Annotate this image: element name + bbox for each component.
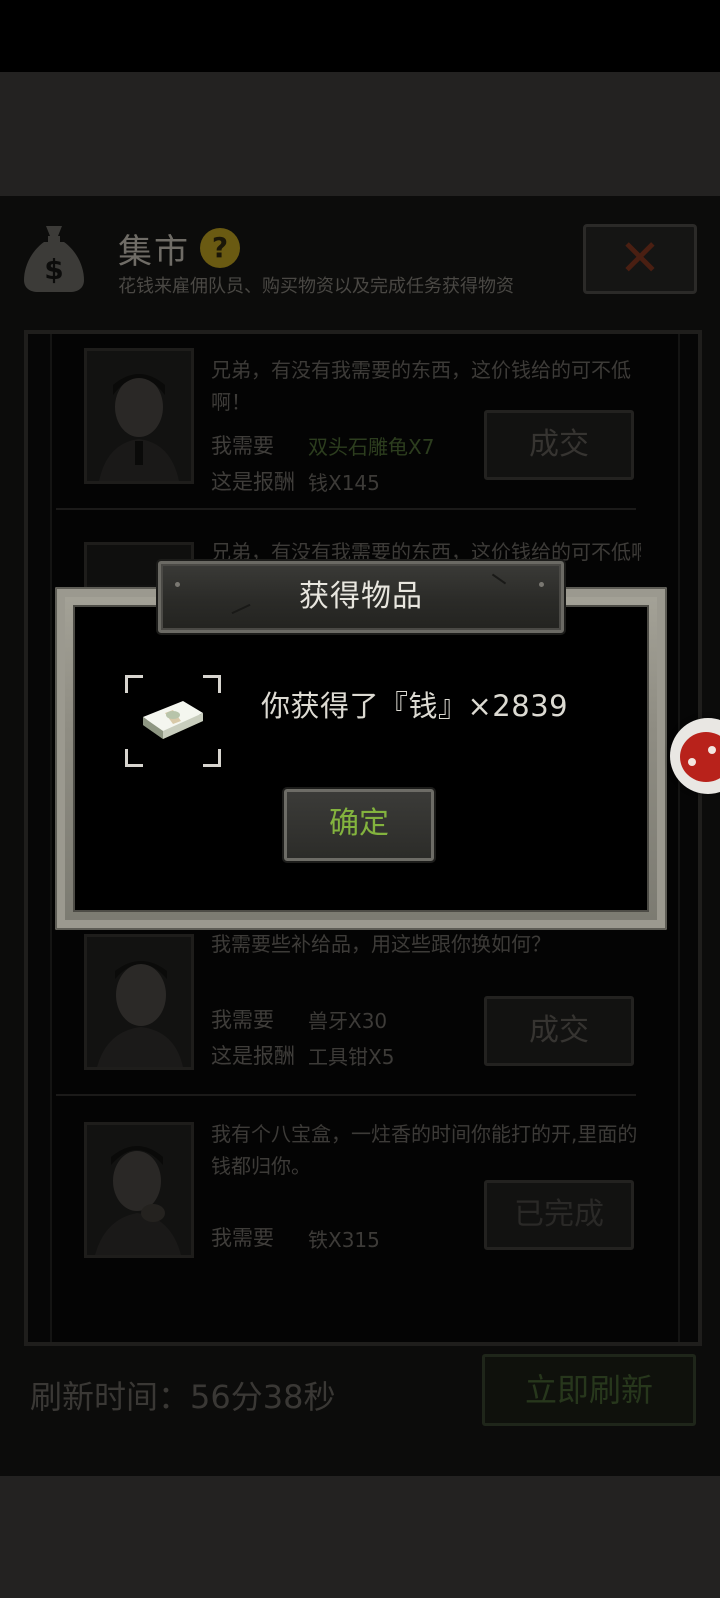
trade-speech-1: 兄弟，有没有我需要的东西，这价钱给的可不低啊！	[211, 358, 631, 414]
trade-row-4: 我有个八宝盒，一炷香的时间你能打的开,里面的钱都归你。 我需要 铁X315 已完…	[56, 1100, 656, 1270]
money-bag-icon: $	[24, 226, 84, 292]
reward-message: 你获得了『钱』×2839	[261, 689, 569, 723]
floating-ball-dot	[688, 758, 696, 766]
market-subtitle: 花钱来雇佣队员、购买物资以及完成任务获得物资	[118, 276, 514, 297]
dialog-title: 获得物品	[299, 579, 423, 614]
npc-portrait-4	[84, 1122, 194, 1258]
refresh-now-button[interactable]: 立即刷新	[482, 1354, 696, 1426]
deal-button-1[interactable]: 成交	[484, 410, 634, 480]
market-header: $ 集市 ? 花钱来雇佣队员、购买物资以及完成任务获得物资 ✕	[0, 196, 720, 328]
dialog-body: 你获得了『钱』×2839 确定	[75, 607, 647, 910]
trade-speech-3: 我需要些补给品，用这些跟你换如何？	[211, 932, 551, 956]
refresh-timer: 刷新时间：56分38秒	[30, 1378, 336, 1416]
reward-label-3: 这是报酬	[211, 1044, 295, 1068]
reward-dialog: 你获得了『钱』×2839 确定 获得物品	[55, 561, 667, 930]
need-label-1: 我需要	[211, 434, 274, 458]
need-value-1: 双头石雕龟X7	[308, 435, 435, 459]
reward-value-3: 工具钳X5	[308, 1045, 395, 1069]
trade-speech-4: 我有个八宝盒，一炷香的时间你能打的开,里面的钱都归你。	[211, 1122, 638, 1178]
slot-corner	[203, 749, 221, 767]
deal-button-3[interactable]: 成交	[484, 996, 634, 1066]
game-screen: $ 集市 ? 花钱来雇佣队员、购买物资以及完成任务获得物资 ✕ 兄弟，有没有我需…	[0, 0, 720, 1598]
completed-button-4[interactable]: 已完成	[484, 1180, 634, 1250]
question-icon[interactable]: ?	[200, 228, 240, 268]
cash-stack-icon	[143, 701, 203, 739]
trade-row-1: 兄弟，有没有我需要的东西，这价钱给的可不低啊！ 我需要 双头石雕龟X7 这是报酬…	[56, 336, 656, 510]
npc-portrait-3	[84, 934, 194, 1070]
floating-ball-fill	[680, 732, 720, 782]
npc-portrait-1	[84, 348, 194, 484]
slot-corner	[125, 749, 143, 767]
reward-label-1: 这是报酬	[211, 470, 295, 494]
svg-text:$: $	[44, 253, 63, 286]
slot-corner	[125, 675, 143, 693]
confirm-button[interactable]: 确定	[284, 789, 434, 861]
close-x-icon: ✕	[619, 229, 661, 287]
reward-value-1: 钱X145	[308, 471, 380, 495]
bottom-backdrop	[0, 1476, 720, 1598]
slot-corner	[203, 675, 221, 693]
top-backdrop	[0, 72, 720, 196]
floating-ball-dot	[708, 746, 716, 754]
row-divider	[56, 1094, 636, 1096]
need-label-3: 我需要	[211, 1008, 274, 1032]
need-value-3: 兽牙X30	[308, 1009, 388, 1033]
item-slot	[125, 675, 221, 767]
need-value-4: 铁X315	[308, 1228, 380, 1252]
market-title: 集市	[118, 232, 190, 272]
dialog-title-plate: 获得物品	[158, 561, 564, 633]
row-divider	[56, 508, 636, 510]
need-label-4: 我需要	[211, 1226, 274, 1250]
trade-row-3: 我需要些补给品，用这些跟你换如何？ 我需要 兽牙X30 这是报酬 工具钳X5 成…	[56, 922, 656, 1096]
close-button[interactable]: ✕	[583, 224, 697, 294]
